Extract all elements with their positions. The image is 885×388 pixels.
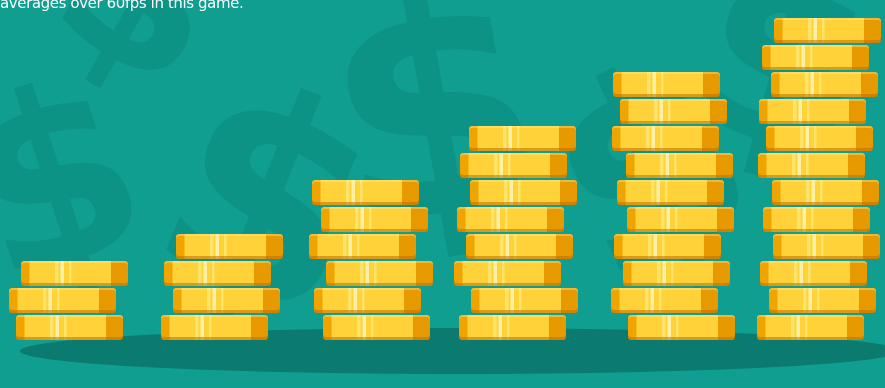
coin-icon [613,72,720,97]
coin-icon [314,288,421,313]
coin-icon [471,288,578,313]
coin-icon [9,288,116,313]
coin-icon [164,261,271,286]
coin-icon [620,99,727,124]
stack-5 [611,0,742,340]
coin-icon [614,234,721,259]
coin-icon [460,153,567,178]
coin-icon [161,315,268,340]
ground-shadow [20,328,885,374]
page: { "caption": { "text": "averages over 60… [0,0,885,388]
coin-icon [759,99,866,124]
coin-icon [321,207,428,232]
coin-icon [470,180,577,205]
stack-3 [309,0,440,340]
coin-icon [758,153,865,178]
coin-icon [326,261,433,286]
coin-icon [763,207,870,232]
stack-2 [160,0,290,340]
coin-icon [774,18,881,43]
coin-icon [466,234,573,259]
coin-icon [309,234,416,259]
coin-icon [769,288,876,313]
coin-icon [611,288,718,313]
stack-4 [454,0,585,340]
coin-icon [623,261,730,286]
coin-icon [627,207,734,232]
coin-icon [762,45,869,70]
coin-icon [21,261,128,286]
coin-icon [16,315,123,340]
coin-icon [628,315,735,340]
coin-icon [323,315,430,340]
coin-icon [617,180,724,205]
coin-icon [176,234,283,259]
coin-icon [757,315,864,340]
coin-icon [771,72,878,97]
coin-icon [459,315,566,340]
coin-icon [454,261,561,286]
coin-icon [457,207,564,232]
coin-icon [173,288,280,313]
coin-icon [469,126,576,151]
stack-6 [757,0,885,340]
coin-icon [626,153,733,178]
coin-icon [760,261,867,286]
coin-icon [773,234,880,259]
stack-1 [8,0,138,340]
coin-icon [312,180,419,205]
coin-icon [766,126,873,151]
coin-icon [612,126,719,151]
coin-icon [772,180,879,205]
